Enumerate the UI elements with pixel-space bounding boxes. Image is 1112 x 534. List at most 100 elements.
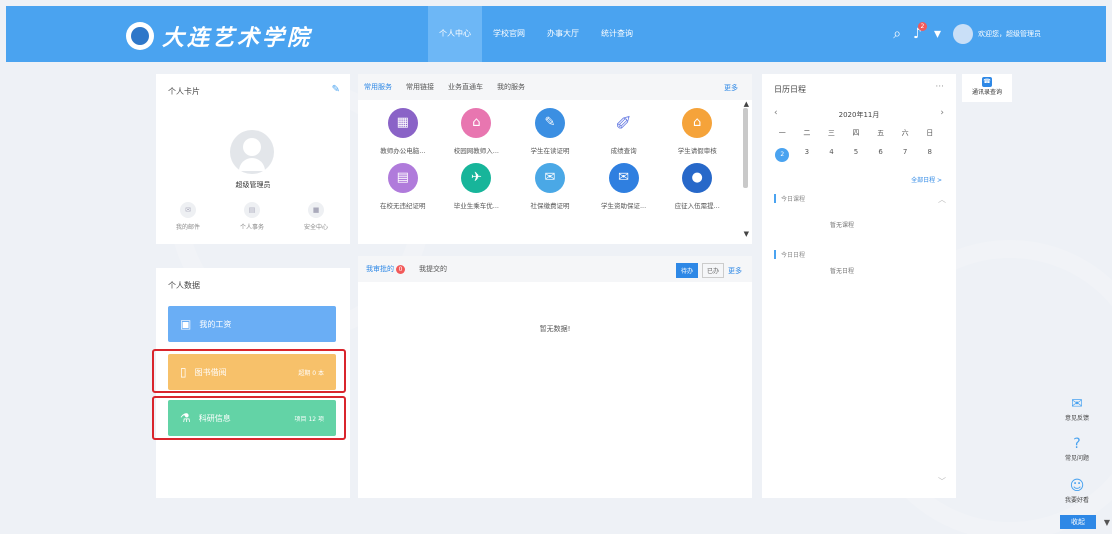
collapse-button[interactable]: 收起 — [1060, 515, 1096, 529]
collapse-down-icon[interactable]: ﹀ — [938, 476, 946, 487]
tab-common-links[interactable]: 常用链接 — [406, 82, 434, 92]
service-label: 应征入伍需提... — [674, 202, 720, 210]
date-cell[interactable]: 2 — [770, 148, 795, 162]
chip-done[interactable]: 已办 — [701, 263, 724, 278]
my-salary-button[interactable]: ▣ 我的工资 — [168, 306, 336, 342]
weekday: 四 — [852, 129, 860, 137]
services-scrollbar[interactable] — [743, 108, 748, 188]
schedule-title: 日历日程 — [774, 85, 806, 94]
contacts-button[interactable]: ☎ 通讯录查询 — [962, 74, 1012, 102]
calendar-nav: ‹ 2020年11月 › — [762, 108, 956, 120]
service-item[interactable]: ▦ 教师办公电脑... — [366, 108, 440, 155]
rate-icon: ☺ — [1069, 478, 1085, 494]
nav-service-hall[interactable]: 办事大厅 — [536, 6, 590, 62]
service-label: 校园网教师入... — [453, 147, 499, 155]
tab-common-services[interactable]: 常用服务 — [364, 82, 392, 92]
faq-icon: ? — [1073, 436, 1081, 452]
date-cell[interactable]: 7 — [893, 148, 918, 162]
chip-pending[interactable]: 待办 — [675, 263, 698, 278]
no-courses-text: 暂无课程 — [829, 222, 854, 229]
avatar[interactable] — [953, 24, 973, 44]
user-name: 超级管理员 — [235, 181, 271, 189]
collapse-up-icon[interactable]: ︿ — [938, 194, 946, 205]
tab-my-approvals[interactable]: 我审批的 0 — [366, 264, 405, 274]
faq-label: 常见问题 — [1064, 455, 1089, 462]
school-seal-icon — [126, 22, 154, 50]
schedule-card: 日历日程 ··· ‹ 2020年11月 › 一 二 三 四 五 六 日 2 3 … — [762, 74, 956, 498]
service-label: 成绩查询 — [610, 147, 637, 155]
page-scroll-down-icon[interactable]: ▼ — [1104, 518, 1110, 527]
social-security-icon: ✉ — [534, 163, 565, 193]
todo-card: 我审批的 0 我提交的 待办 已办 更多 暂无数据! — [358, 256, 752, 498]
rate-button[interactable]: ☺ 我要好看 — [1062, 478, 1092, 504]
bell-icon[interactable]: ♪ 2 — [913, 22, 927, 42]
highlight-box-library — [152, 349, 346, 393]
service-item[interactable]: ● 应征入伍需提... — [660, 163, 734, 210]
nav-statistics[interactable]: 统计查询 — [590, 6, 644, 62]
calendar-month: 2020年11月 — [838, 111, 880, 119]
next-month-icon[interactable]: › — [940, 108, 944, 118]
service-item[interactable]: ✉ 社保缴费证明 — [513, 163, 587, 210]
nav-school-site[interactable]: 学校官网 — [482, 6, 536, 62]
shirt-icon[interactable]: ▾ — [934, 26, 941, 42]
discipline-certificate-icon: ▤ — [387, 163, 418, 193]
my-salary-label: 我的工资 — [199, 319, 232, 329]
welcome-text[interactable]: 欢迎您，超级管理员 — [978, 29, 1106, 39]
tab-my-submissions[interactable]: 我提交的 — [419, 264, 447, 274]
phone-icon: ☎ — [982, 77, 992, 87]
service-item[interactable]: ✐ 成绩查询 — [587, 108, 661, 155]
services-more-link[interactable]: 更多 — [724, 83, 738, 93]
office-computer-icon: ▦ — [387, 108, 418, 138]
envelope-icon: ✉ — [608, 163, 639, 193]
scroll-down-icon[interactable]: ▼ — [744, 230, 749, 238]
search-icon[interactable]: ⌕ — [893, 26, 901, 42]
scroll-up-icon[interactable]: ▲ — [744, 100, 749, 108]
security-center-link[interactable]: ■ 安全中心 — [290, 202, 342, 231]
services-tabs: 常用服务 常用链接 业务直通车 我的服务 更多 — [358, 74, 752, 100]
wallet-icon: ▣ — [180, 317, 192, 331]
nav-personal-center[interactable]: 个人中心 — [428, 6, 482, 62]
date-cell[interactable]: 8 — [917, 148, 942, 162]
contacts-label: 通讯录查询 — [971, 89, 1002, 96]
feedback-button[interactable]: ✉ 意见反馈 — [1062, 396, 1092, 422]
service-label: 社保缴费证明 — [530, 202, 570, 210]
date-cell[interactable]: 6 — [868, 148, 893, 162]
service-item[interactable]: ✉ 学生资助保证... — [587, 163, 661, 210]
date-cell[interactable]: 4 — [819, 148, 844, 162]
mail-icon: ✉ — [180, 202, 196, 218]
school-logo[interactable]: 大连艺术学院 — [126, 20, 312, 52]
personal-card-title: 个人卡片 — [168, 87, 200, 96]
weekday: 一 — [778, 129, 786, 137]
more-dots-icon[interactable]: ··· — [935, 82, 944, 92]
personal-affairs-link[interactable]: ▤ 个人事务 — [226, 202, 278, 231]
services-grid: ▦ 教师办公电脑... ⌂ 校园网教师入... ✎ 学生在读证明 ✐ 成绩查询 ⌂ 学生请… — [366, 108, 734, 210]
date-row: 2 3 4 5 6 7 8 — [770, 148, 942, 162]
highlight-box-research — [152, 396, 346, 440]
header-tools: ⌕ ♪ 2 ▾ 欢迎您，超级管理员 — [893, 6, 1106, 62]
briefcase-icon: ▤ — [244, 202, 260, 218]
service-item[interactable]: ✎ 学生在读证明 — [513, 108, 587, 155]
my-mail-link[interactable]: ✉ 我的邮件 — [162, 202, 214, 231]
faq-button[interactable]: ? 常见问题 — [1062, 436, 1092, 462]
graduate-travel-icon: ✈ — [461, 163, 492, 193]
today-courses-heading: 今日课程 — [774, 194, 805, 203]
top-header: 大连艺术学院 个人中心 学校官网 办事大厅 统计查询 ⌕ ♪ 2 ▾ 欢迎您，超级… — [6, 6, 1106, 62]
lock-icon: ■ — [308, 202, 324, 218]
date-cell[interactable]: 5 — [844, 148, 869, 162]
edit-icon[interactable]: ✎ — [332, 84, 340, 95]
all-schedule-link[interactable]: 全部日程 > — [911, 175, 942, 184]
enlistment-icon: ● — [682, 163, 713, 193]
service-item[interactable]: ✈ 毕业生乘车优... — [440, 163, 514, 210]
date-cell[interactable]: 3 — [795, 148, 820, 162]
service-item[interactable]: ▤ 在校无违纪证明 — [366, 163, 440, 210]
service-item[interactable]: ⌂ 校园网教师入... — [440, 108, 514, 155]
service-item[interactable]: ⌂ 学生请假审核 — [660, 108, 734, 155]
service-label: 教师办公电脑... — [380, 147, 426, 155]
weekday: 日 — [926, 129, 934, 137]
services-card: 常用服务 常用链接 业务直通车 我的服务 更多 ▦ 教师办公电脑... ⌂ 校园网教… — [358, 74, 752, 244]
tab-my-services[interactable]: 我的服务 — [497, 82, 525, 92]
empty-message: 暂无数据! — [539, 325, 571, 333]
tab-business-express[interactable]: 业务直通车 — [448, 82, 483, 92]
todo-more-link[interactable]: 更多 — [728, 266, 742, 276]
approvals-badge: 0 — [396, 265, 405, 274]
